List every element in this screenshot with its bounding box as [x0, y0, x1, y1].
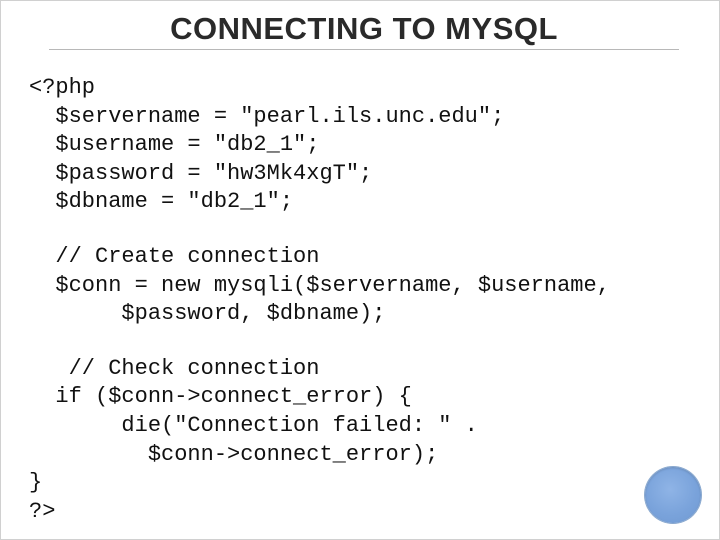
code-connect-block: // Create connection $conn = new mysqli(…: [29, 243, 699, 329]
title-mid: TO: [383, 11, 445, 46]
title-cap-c: C: [170, 11, 193, 46]
code-vars-block: <?php $servername = "pearl.ils.unc.edu";…: [29, 74, 699, 217]
title-y: Y: [472, 11, 493, 46]
slide: CONNECTING TO MYSQL <?php $servername = …: [0, 0, 720, 540]
code-check-block: // Check connection if ($conn->connect_e…: [29, 355, 699, 527]
title-sql: SQL: [493, 11, 558, 46]
title-word1: ONNECTING: [193, 11, 384, 46]
decorative-circle-icon: [645, 467, 701, 523]
title-cap-m: M: [445, 11, 471, 46]
slide-title: CONNECTING TO MYSQL: [49, 11, 679, 50]
